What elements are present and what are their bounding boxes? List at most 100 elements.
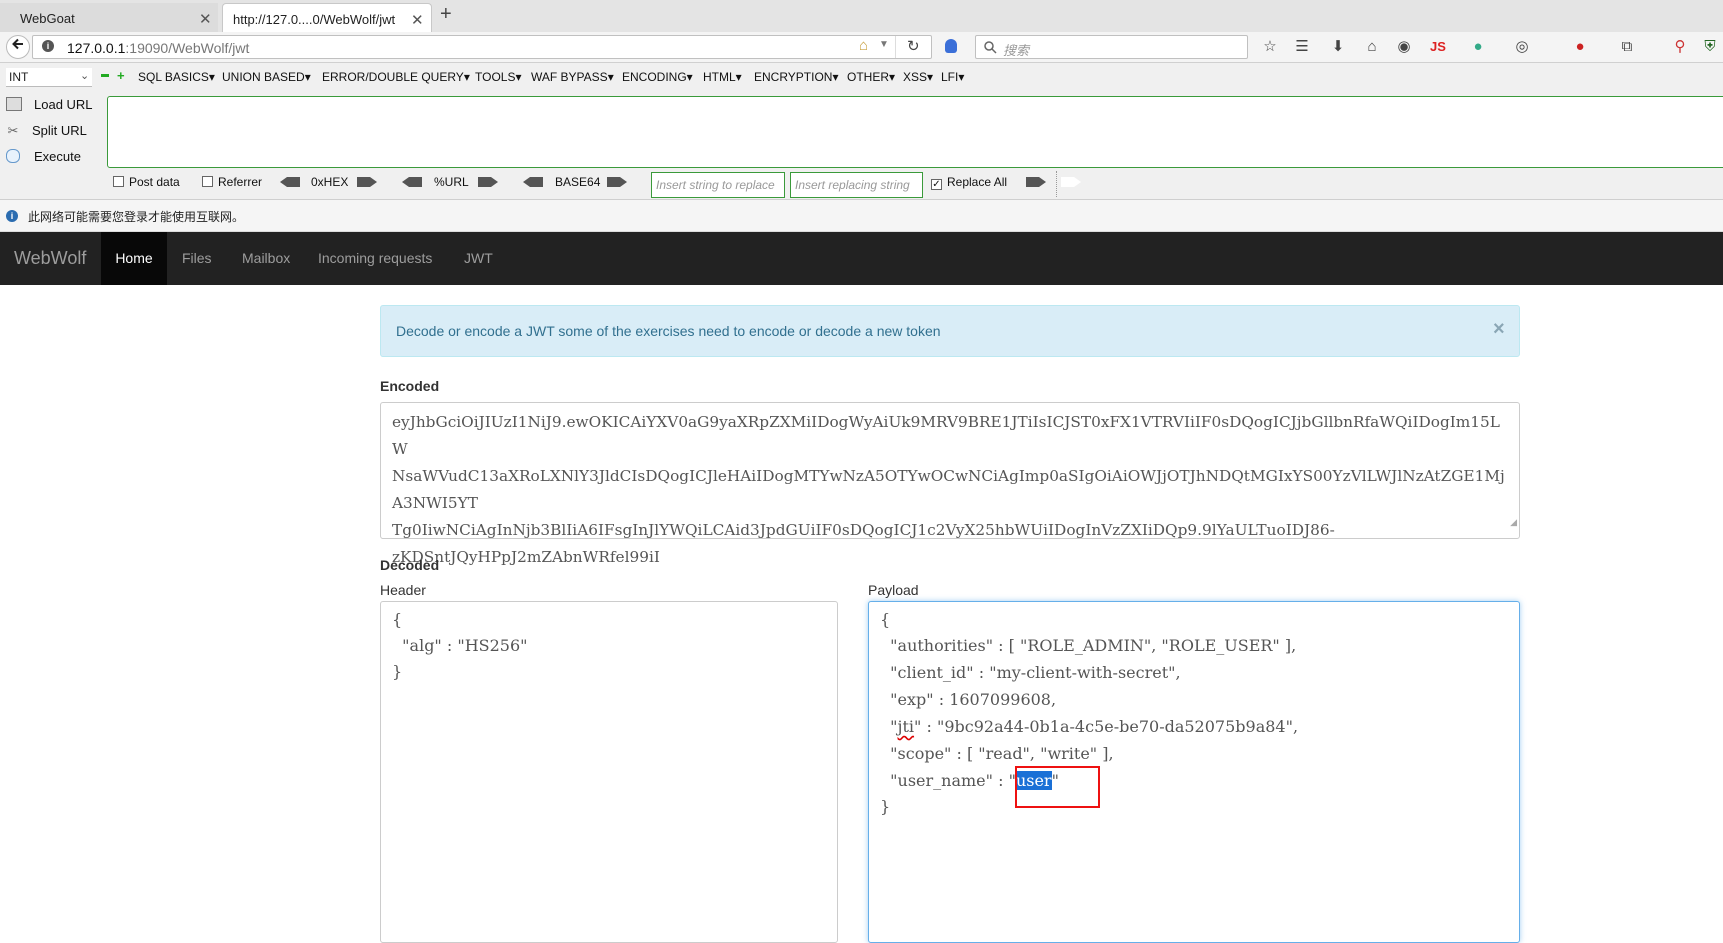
resize-handle-icon[interactable]: ◢ (1510, 510, 1517, 537)
close-tab-icon[interactable]: ✕ (411, 11, 424, 29)
url-text[interactable]: 127.0.0.1:19090/WebWolf/jwt (67, 40, 249, 56)
extension-globe-icon[interactable]: ◉ (1394, 37, 1414, 57)
execute-icon (6, 149, 20, 163)
new-tab-button[interactable]: + (440, 3, 452, 26)
home-icon[interactable]: ⌂ (859, 37, 868, 54)
hackbar-select-value: INT (9, 70, 29, 84)
code-line: "jti" : "9bc92a44-0b1a-4c5e-be70-da52075… (880, 717, 1299, 736)
minus-icon[interactable] (101, 74, 109, 77)
hex-decode-arrow-icon[interactable] (280, 175, 300, 189)
extension-red-icon[interactable]: ● (1570, 37, 1590, 57)
url-encode-arrow-icon[interactable] (478, 175, 498, 189)
url-bar[interactable]: i 127.0.0.1:19090/WebWolf/jwt ⌂ ▼ ↻ (32, 35, 932, 59)
split-url-button[interactable]: ✂ Split URL (6, 123, 87, 139)
base64-encode-arrow-icon[interactable] (607, 175, 627, 189)
reload-icon[interactable]: ↻ (907, 37, 920, 55)
execute-button[interactable]: Execute (6, 149, 81, 164)
shield-icon[interactable] (945, 39, 957, 53)
url-host: 127.0.0.1 (67, 40, 126, 56)
header-json-textarea[interactable]: { "alg" : "HS256" } (380, 601, 838, 943)
tab-webgoat[interactable]: WebGoat ✕ (0, 3, 218, 32)
alert-text: Decode or encode a JWT some of the exerc… (396, 323, 941, 339)
menu-xss[interactable]: XSS▾ (903, 70, 933, 84)
code-line: "alg" : "HS256" (392, 636, 528, 655)
bookmark-star-icon[interactable]: ☆ (1260, 37, 1280, 57)
back-arrow-icon (12, 38, 23, 50)
menu-encoding[interactable]: ENCODING▾ (622, 70, 693, 84)
hackbar: INT ⌄ + SQL BASICS▾ UNION BASED▾ ERROR/D… (0, 63, 1723, 200)
menu-tools[interactable]: TOOLS▾ (475, 70, 522, 84)
encoded-line: zKDSntJQyHPpJ2mZAbnWRfel99iI (392, 548, 660, 566)
base64-label: BASE64 (555, 175, 601, 189)
js-icon[interactable]: JS (1428, 37, 1448, 57)
payload-json-textarea[interactable]: { "authorities" : [ "ROLE_ADMIN", "ROLE_… (868, 601, 1520, 943)
load-url-button[interactable]: Load URL (6, 97, 93, 112)
extension-copy-icon[interactable]: ⧉ (1617, 37, 1637, 57)
network-info-text: 此网络可能需要您登录才能使用互联网。 (28, 210, 245, 224)
webwolf-navbar: WebWolf Home Files Mailbox Incoming requ… (0, 232, 1723, 285)
insert-replacing-input[interactable]: Insert replacing string (790, 172, 923, 198)
plus-icon[interactable]: + (117, 68, 125, 83)
replace-all-checkbox[interactable]: ✓ Replace All (931, 175, 1007, 190)
code-line: { (880, 610, 891, 629)
menu-union-based[interactable]: UNION BASED▾ (222, 70, 311, 84)
encoded-line: Tg0IiwNCiAgInNjb3BlIiA6IFsgInJlYWQiLCAid… (392, 521, 1335, 539)
back-button[interactable] (6, 35, 30, 59)
replace-arrow-icon[interactable] (1026, 175, 1046, 189)
hex-encode-arrow-icon[interactable] (357, 175, 377, 189)
extension-icon[interactable]: ● (1468, 37, 1488, 57)
menu-lfi[interactable]: LFI▾ (941, 70, 964, 84)
reading-list-icon[interactable]: ☰ (1292, 37, 1312, 57)
extension-target-icon[interactable]: ◎ (1512, 37, 1532, 57)
post-data-checkbox[interactable]: Post data (113, 175, 180, 189)
menu-error-double-query[interactable]: ERROR/DOUBLE QUERY▾ (322, 70, 470, 84)
tab-title: http://127.0....0/WebWolf/jwt (233, 12, 396, 27)
url-decode-arrow-icon[interactable] (402, 175, 422, 189)
navigation-bar: i 127.0.0.1:19090/WebWolf/jwt ⌂ ▼ ↻ 搜索 ☆… (0, 32, 1723, 63)
download-icon[interactable]: ⬇ (1328, 37, 1348, 57)
code-line: "exp" : 1607099608, (880, 690, 1057, 709)
menu-encryption[interactable]: ENCRYPTION▾ (754, 70, 839, 84)
search-box[interactable]: 搜索 (975, 35, 1248, 59)
checkbox (113, 176, 124, 187)
chevron-down-icon: ⌄ (80, 70, 90, 82)
nav-jwt[interactable]: JWT (464, 232, 493, 285)
code-line: "client_id" : "my-client-with-secret", (880, 663, 1181, 682)
code-line: "authorities" : [ "ROLE_ADMIN", "ROLE_US… (880, 636, 1297, 655)
nav-mailbox[interactable]: Mailbox (242, 232, 290, 285)
code-line: } (392, 662, 403, 681)
info-icon[interactable]: i (42, 40, 54, 52)
base64-decode-arrow-icon[interactable] (523, 175, 543, 189)
alert-close-button[interactable]: × (1493, 318, 1505, 341)
insert-string-input[interactable]: Insert string to replace (651, 172, 785, 198)
tab-title: WebGoat (20, 11, 75, 26)
security-shield-icon[interactable]: ⛨ (1700, 37, 1720, 57)
highlight-annotation-box (1015, 766, 1100, 808)
nav-files[interactable]: Files (182, 232, 212, 285)
menu-waf-bypass[interactable]: WAF BYPASS▾ (531, 70, 614, 84)
replace-next-arrow-icon[interactable] (1061, 175, 1081, 189)
referrer-checkbox[interactable]: Referrer (202, 175, 262, 189)
nav-home[interactable]: Home (101, 232, 167, 285)
home-button-icon[interactable]: ⌂ (1362, 37, 1382, 57)
code-line: } (880, 797, 891, 816)
code-line: "scope" : [ "read", "write" ], (880, 744, 1114, 763)
hex-label: 0xHEX (311, 175, 349, 189)
url-label: %URL (434, 175, 469, 189)
tab-webwolf-jwt[interactable]: http://127.0....0/WebWolf/jwt ✕ (222, 3, 432, 32)
encoded-line: eyJhbGciOiJIUzI1NiJ9.ewOKICAiYXV0aG9yaXR… (392, 413, 1500, 458)
menu-html[interactable]: HTML▾ (703, 70, 742, 84)
close-tab-icon[interactable]: ✕ (199, 10, 212, 28)
hackbar-select[interactable]: INT ⌄ (6, 68, 92, 87)
zoom-icon[interactable]: ⚲ (1670, 37, 1690, 57)
encoded-token-textarea[interactable]: eyJhbGciOiJIUzI1NiJ9.ewOKICAiYXV0aG9yaXR… (380, 402, 1520, 566)
webwolf-brand[interactable]: WebWolf (14, 232, 86, 285)
search-placeholder: 搜索 (1003, 43, 1030, 58)
browser-tab-bar: WebGoat ✕ http://127.0....0/WebWolf/jwt … (0, 0, 1723, 33)
menu-other[interactable]: OTHER▾ (847, 70, 895, 84)
dropdown-icon[interactable]: ▼ (879, 39, 889, 50)
hackbar-url-textarea[interactable] (107, 96, 1723, 168)
nav-incoming-requests[interactable]: Incoming requests (318, 232, 432, 285)
menu-sql-basics[interactable]: SQL BASICS▾ (138, 70, 215, 84)
split-url-icon: ✂ (7, 123, 19, 138)
